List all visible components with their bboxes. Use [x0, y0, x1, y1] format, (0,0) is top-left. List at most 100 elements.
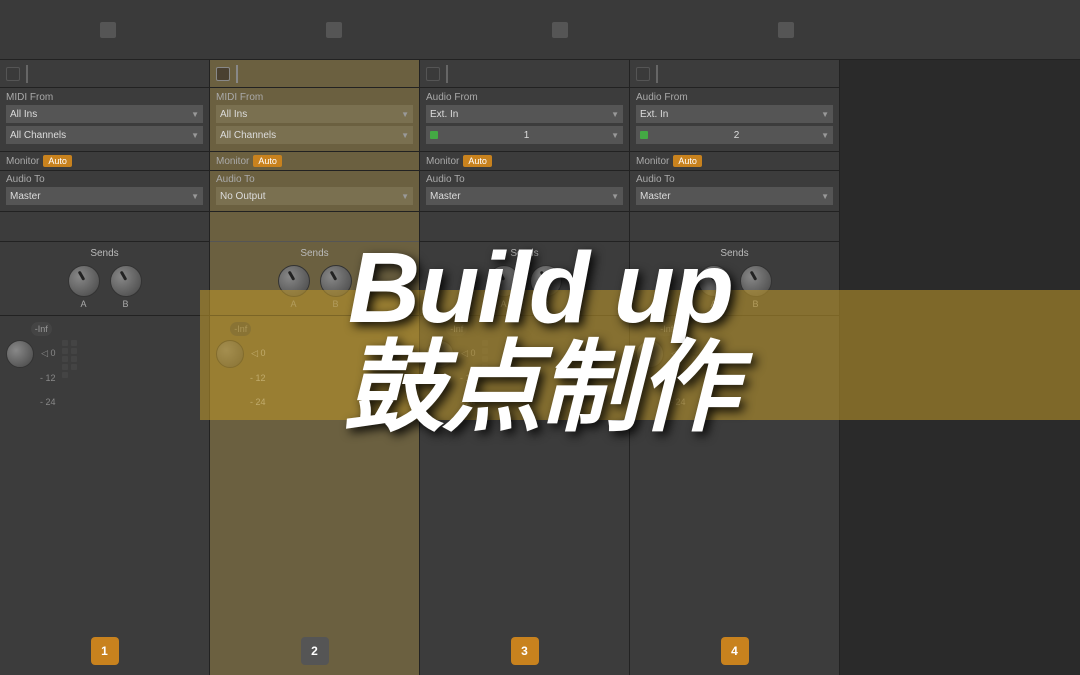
source-dropdown-1[interactable]: All Ins ▼: [6, 105, 203, 123]
channel-dropdown-4[interactable]: 2 ▼: [636, 126, 833, 144]
audio-to-section-3: Audio To Master ▼: [420, 171, 629, 212]
clip-block-2[interactable]: [326, 22, 342, 38]
channel-dropdown-1[interactable]: All Channels ▼: [6, 126, 203, 144]
vu-dot-1-3: [62, 356, 68, 362]
send-b-container-3: B: [530, 265, 562, 309]
dropdown-arrow-3: ▼: [611, 110, 619, 119]
pan-knob-1[interactable]: [6, 340, 34, 368]
dropdown-arrow-ch-4: ▼: [821, 131, 829, 140]
midi-indicator-2: [216, 67, 230, 81]
send-b-container-1: B: [110, 265, 142, 309]
audio-to-label-3: Audio To: [426, 174, 623, 185]
send-b-knob-2[interactable]: [320, 265, 352, 297]
spacer-3: [420, 212, 629, 242]
audio-to-dropdown-3[interactable]: Master ▼: [426, 187, 623, 205]
separator-3: [446, 65, 448, 83]
dropdown-arrow-at-1: ▼: [191, 192, 199, 201]
routing-section-4: Audio From Ext. In ▼ 2 ▼: [630, 88, 839, 152]
vu-meter-4: [692, 340, 698, 378]
channel-dropdown-3[interactable]: 1 ▼: [426, 126, 623, 144]
send-a-knob-3[interactable]: [488, 265, 520, 297]
source-dropdown-3[interactable]: Ext. In ▼: [426, 105, 623, 123]
scale-12-1: - 12: [40, 373, 56, 383]
audio-to-section-4: Audio To Master ▼: [630, 171, 839, 212]
audio-to-dropdown-1[interactable]: Master ▼: [6, 187, 203, 205]
dropdown-arrow-2: ▼: [401, 110, 409, 119]
btn-row-4: [630, 60, 839, 88]
audio-to-label-1: Audio To: [6, 174, 203, 185]
clip-block-4[interactable]: [778, 22, 794, 38]
vu-dot-4-3: [692, 356, 698, 362]
routing-section-2: MIDI From All Ins ▼ All Channels ▼: [210, 88, 419, 152]
clip-block-1[interactable]: [100, 22, 116, 38]
sends-section-4: Sends A B: [630, 242, 839, 316]
channel-strip-4: Audio From Ext. In ▼ 2 ▼ Monitor Auto Au…: [630, 60, 840, 675]
clip-block-3[interactable]: [552, 22, 568, 38]
sends-label-3: Sends: [426, 248, 623, 259]
audio-to-dropdown-4[interactable]: Master ▼: [636, 187, 833, 205]
btn-row-3: [420, 60, 629, 88]
send-b-knob-1[interactable]: [110, 265, 142, 297]
db-label-3: -Inf: [446, 322, 467, 336]
separator-4: [656, 65, 658, 83]
vu-dot-4-5: [692, 372, 698, 378]
vu-dot-1b-3: [71, 356, 77, 362]
vu-dot-1-4: [62, 364, 68, 370]
source-dropdown-2[interactable]: All Ins ▼: [216, 105, 413, 123]
send-a-container-2: A: [278, 265, 310, 309]
send-b-knob-3[interactable]: [530, 265, 562, 297]
pan-knob-2[interactable]: [216, 340, 244, 368]
send-b-knob-4[interactable]: [740, 265, 772, 297]
scale-24-2: - 24: [250, 397, 266, 407]
pan-knob-4[interactable]: [636, 340, 664, 368]
separator-2: [236, 65, 238, 83]
monitor-row-2: Monitor Auto: [210, 152, 419, 171]
db-label-2: -Inf: [230, 322, 251, 336]
scale-0-4: ◁ 0: [671, 348, 685, 359]
vu-dot-4-4: [692, 364, 698, 370]
vu-dot-4-2: [692, 348, 698, 354]
channel-strip-2: MIDI From All Ins ▼ All Channels ▼ Monit…: [210, 60, 420, 675]
monitor-auto-btn-2[interactable]: Auto: [253, 155, 282, 167]
send-a-knob-1[interactable]: [68, 265, 100, 297]
monitor-row-4: Monitor Auto: [630, 152, 839, 171]
scale-24-4: - 24: [670, 397, 686, 407]
separator-1: [26, 65, 28, 83]
dropdown-arrow-1: ▼: [191, 110, 199, 119]
audio-to-section-2: Audio To No Output ▼: [210, 171, 419, 212]
routing-section-1: MIDI From All Ins ▼ All Channels ▼: [0, 88, 209, 152]
sends-section-3: Sends A B: [420, 242, 629, 316]
vu-dot-3-5: [482, 372, 488, 378]
channel-badge-2: 2: [301, 637, 329, 665]
send-a-label-3: A: [500, 299, 506, 309]
dropdown-arrow-ch-1: ▼: [191, 131, 199, 140]
audio-from-label-3: Audio From: [426, 92, 623, 103]
pan-knob-3[interactable]: [426, 340, 454, 368]
fader-section-3: -Inf ◁ 0 - 12 - 24: [420, 316, 629, 627]
source-dropdown-4[interactable]: Ext. In ▼: [636, 105, 833, 123]
sends-knobs-2: A B: [216, 265, 413, 309]
send-a-container-4: A: [698, 265, 730, 309]
monitor-auto-btn-1[interactable]: Auto: [43, 155, 72, 167]
send-a-knob-4[interactable]: [698, 265, 730, 297]
vu-dot-3-1: [482, 340, 488, 346]
vu-dot-3-2: [482, 348, 488, 354]
scale-12-4: - 12: [670, 373, 686, 383]
vu-dot-3-4: [482, 364, 488, 370]
channel-dropdown-2[interactable]: All Channels ▼: [216, 126, 413, 144]
monitor-auto-btn-3[interactable]: Auto: [463, 155, 492, 167]
scale-24-3: - 24: [460, 397, 476, 407]
vu-dot-3-3: [482, 356, 488, 362]
monitor-auto-btn-4[interactable]: Auto: [673, 155, 702, 167]
send-b-container-2: B: [320, 265, 352, 309]
send-a-container-3: A: [488, 265, 520, 309]
sends-label-2: Sends: [216, 248, 413, 259]
vu-dot-4-1: [692, 340, 698, 346]
sends-section-2: Sends A B: [210, 242, 419, 316]
midi-from-label-1: MIDI From: [6, 92, 203, 103]
midi-indicator-1: [6, 67, 20, 81]
send-a-knob-2[interactable]: [278, 265, 310, 297]
audio-to-dropdown-2[interactable]: No Output ▼: [216, 187, 413, 205]
sends-knobs-1: A B: [6, 265, 203, 309]
db-label-1: -Inf: [31, 322, 52, 336]
